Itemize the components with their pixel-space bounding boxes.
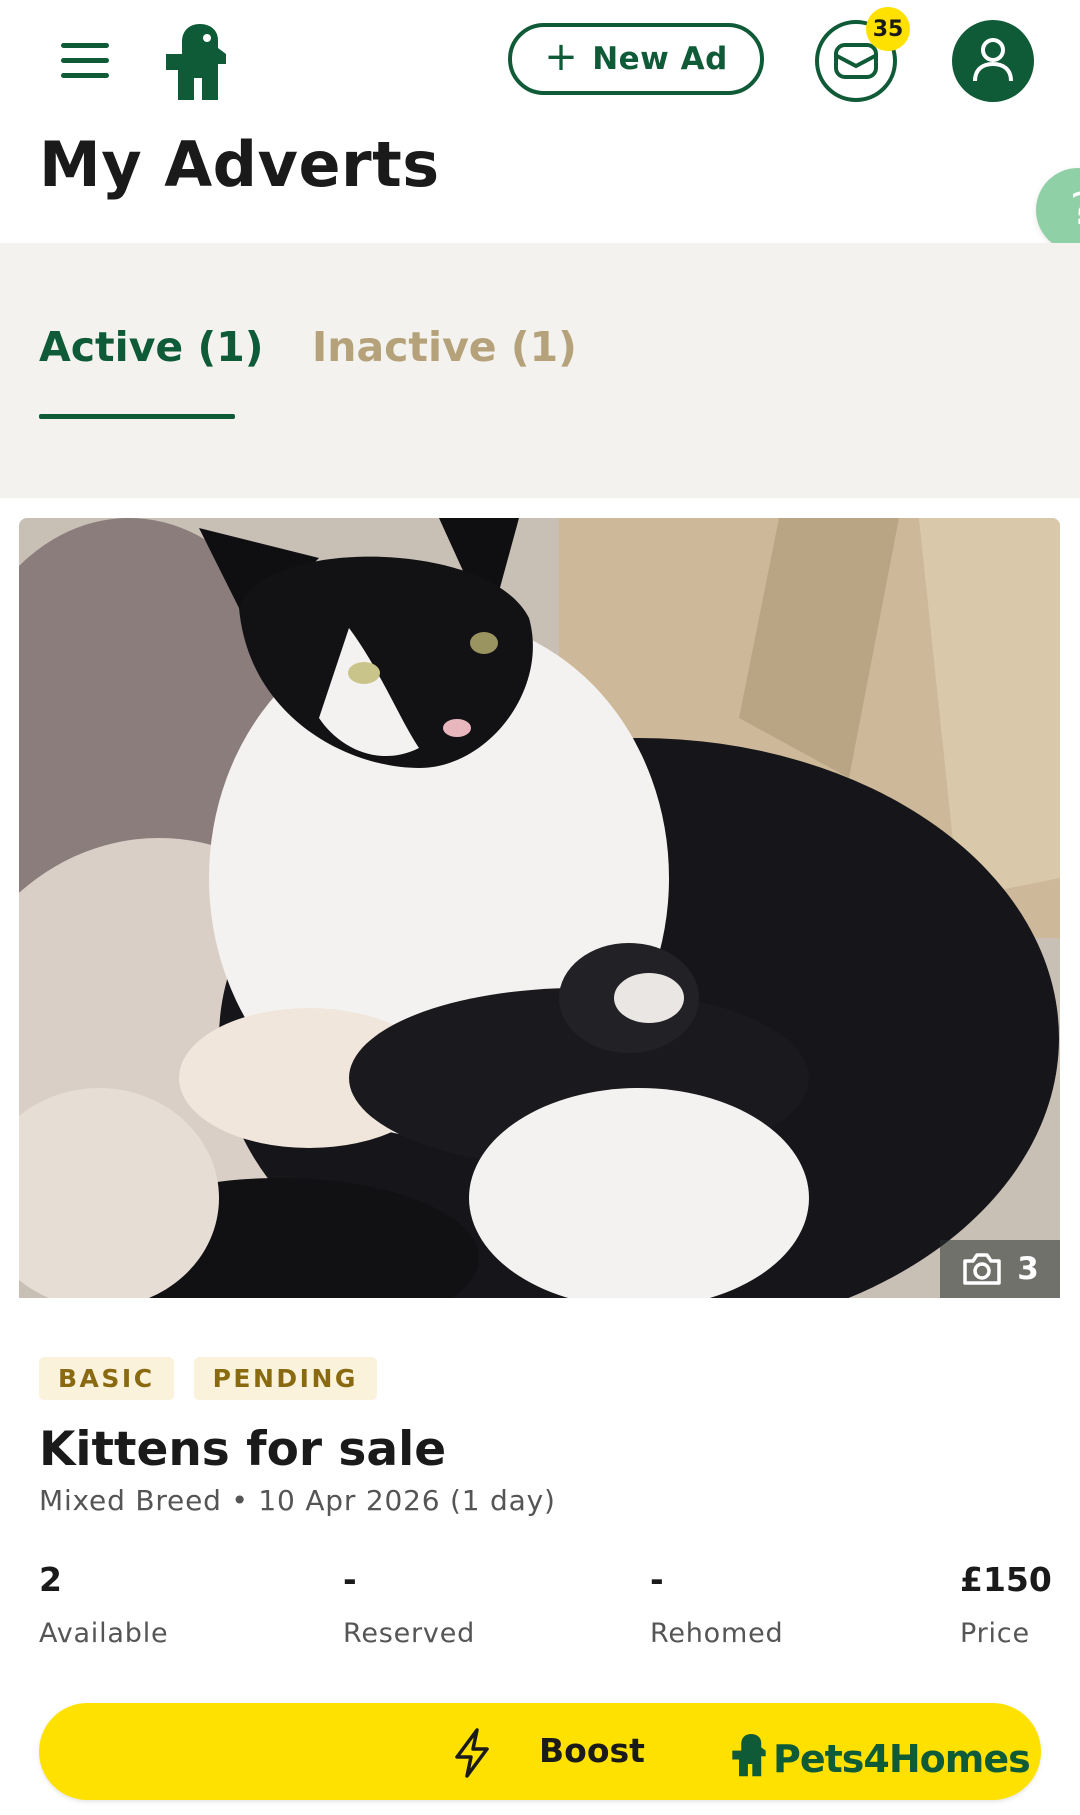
advert-badges: BASIC PENDING (39, 1357, 377, 1400)
new-ad-label: New Ad (592, 41, 728, 77)
help-button[interactable]: ? (1036, 168, 1080, 252)
tab-active[interactable]: Active (1) (39, 323, 264, 371)
messages-count-badge: 35 (866, 7, 910, 51)
brand-mark: Pets4Homes (729, 1725, 1031, 1781)
stat-label: Rehomed (650, 1618, 784, 1649)
brand-name: Pets4Homes (773, 1737, 1031, 1781)
plus-icon: + (544, 34, 579, 80)
status-badge: BASIC (39, 1357, 174, 1400)
envelope-icon (834, 43, 878, 79)
pets4homes-logo-icon (732, 1734, 766, 1777)
pets4homes-logo-icon[interactable] (160, 20, 232, 100)
profile-button[interactable] (952, 20, 1034, 102)
advert-title[interactable]: Kittens for sale (39, 1422, 446, 1477)
boost-button[interactable]: Boost Pets4Homes (39, 1703, 1041, 1800)
photo-count: 3 (1017, 1251, 1039, 1287)
stat-value: - (343, 1560, 357, 1599)
top-bar: + New Ad 35 (0, 0, 1080, 125)
stat-label: Price (960, 1618, 1030, 1649)
advert-photo[interactable] (19, 518, 1060, 1298)
photo-count-badge[interactable]: 3 (940, 1240, 1060, 1298)
menu-icon[interactable] (55, 38, 115, 84)
stat-value: - (650, 1560, 664, 1599)
new-ad-button[interactable]: + New Ad (508, 23, 764, 95)
stat-value: 2 (39, 1560, 62, 1599)
tab-inactive[interactable]: Inactive (1) (312, 323, 577, 371)
boost-label: Boost (539, 1731, 645, 1770)
stat-price: £150 Price (960, 1560, 1052, 1649)
lightning-icon (455, 1728, 489, 1778)
camera-icon (963, 1253, 1001, 1285)
stat-available: 2 Available (39, 1560, 168, 1649)
page-title: My Adverts (39, 128, 440, 201)
stat-value: £150 (960, 1560, 1052, 1599)
stat-rehomed: - Rehomed (650, 1560, 783, 1649)
stat-label: Reserved (343, 1618, 476, 1649)
tabs-bar: Active (1) Inactive (1) (0, 243, 1080, 498)
advert-meta: Mixed Breed • 10 Apr 2026 (1 day) (39, 1484, 556, 1517)
stat-reserved: - Reserved (343, 1560, 475, 1649)
active-tab-indicator (39, 414, 235, 419)
stat-label: Available (39, 1618, 169, 1649)
status-badge: PENDING (193, 1357, 377, 1400)
user-icon (973, 38, 1013, 82)
